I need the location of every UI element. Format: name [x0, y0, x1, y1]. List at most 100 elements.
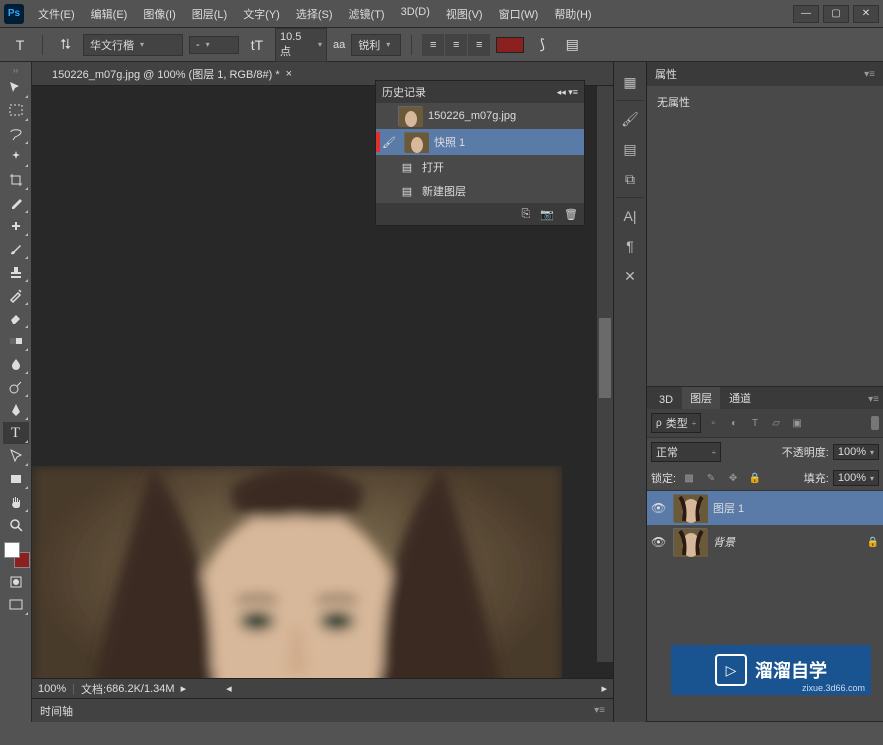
- tab-channels[interactable]: 通道: [721, 387, 759, 409]
- menu-type[interactable]: 文字(Y): [237, 2, 286, 26]
- menu-file[interactable]: 文件(E): [32, 2, 81, 26]
- character-panel-icon[interactable]: ▤: [560, 33, 584, 57]
- pen-tool[interactable]: [3, 399, 29, 421]
- history-snapshot-icon[interactable]: 📷: [540, 208, 554, 221]
- dock-brush-icon[interactable]: 🖌: [616, 105, 644, 133]
- tool-preset-icon[interactable]: T: [8, 33, 32, 57]
- quick-mask-tool[interactable]: [3, 571, 29, 593]
- healing-tool[interactable]: [3, 215, 29, 237]
- blur-tool[interactable]: [3, 353, 29, 375]
- path-select-tool[interactable]: [3, 445, 29, 467]
- layer-name[interactable]: 图层 1: [713, 500, 744, 516]
- dock-character-icon[interactable]: A|: [616, 202, 644, 230]
- lasso-tool[interactable]: [3, 123, 29, 145]
- gradient-tool[interactable]: [3, 330, 29, 352]
- history-brush-tool[interactable]: [3, 284, 29, 306]
- filter-smart-icon[interactable]: ▣: [788, 415, 806, 431]
- dock-clone-icon[interactable]: ⧉: [616, 165, 644, 193]
- menu-image[interactable]: 图像(I): [137, 2, 181, 26]
- menu-select[interactable]: 选择(S): [290, 2, 339, 26]
- layer-thumb[interactable]: [673, 528, 707, 556]
- history-panel[interactable]: 历史记录 ◂◂ ▾≡ 150226_m07g.jpg 🖌 快照 1 ▤ 打开 ▤…: [375, 80, 585, 226]
- screen-mode-tool[interactable]: [3, 594, 29, 616]
- font-size-input[interactable]: 10.5 点▾: [275, 28, 327, 62]
- properties-menu-icon[interactable]: ▾≡: [864, 69, 875, 80]
- menu-3d[interactable]: 3D(D): [395, 2, 436, 26]
- history-delete-icon[interactable]: 🗑: [564, 208, 578, 221]
- zoom-tool[interactable]: [3, 514, 29, 536]
- scroll-right-icon[interactable]: ▸: [601, 682, 607, 695]
- dodge-tool[interactable]: [3, 376, 29, 398]
- dock-brushpresets-icon[interactable]: ▤: [616, 135, 644, 163]
- type-tool[interactable]: T: [3, 422, 29, 444]
- marquee-tool[interactable]: [3, 100, 29, 122]
- layer-name[interactable]: 背景: [713, 534, 735, 550]
- font-family-select[interactable]: 华文行楷▾: [83, 34, 183, 56]
- lock-trans-icon[interactable]: ▩: [680, 470, 698, 486]
- antialias-select[interactable]: 锐利▾: [351, 34, 401, 56]
- timeline-panel[interactable]: 时间轴 ▾≡: [32, 698, 613, 722]
- menu-help[interactable]: 帮助(H): [548, 2, 597, 26]
- orientation-icon[interactable]: ⮁: [53, 33, 77, 57]
- stamp-tool[interactable]: [3, 261, 29, 283]
- history-state-row[interactable]: ▤ 打开: [376, 155, 584, 179]
- dock-swatches-icon[interactable]: ▦: [616, 68, 644, 96]
- minimize-button[interactable]: —: [793, 5, 819, 23]
- timeline-menu-icon[interactable]: ▾≡: [594, 705, 605, 716]
- text-color-swatch[interactable]: [496, 37, 524, 53]
- visibility-icon[interactable]: 👁: [651, 501, 667, 515]
- filter-pixel-icon[interactable]: ▫: [704, 415, 722, 431]
- align-center-button[interactable]: ≡: [445, 34, 467, 56]
- layer-thumb[interactable]: [673, 494, 707, 522]
- history-state-row[interactable]: ▤ 新建图层: [376, 179, 584, 203]
- history-header[interactable]: 历史记录 ◂◂ ▾≡: [376, 81, 584, 103]
- tab-close-icon[interactable]: ×: [286, 68, 292, 80]
- filter-shape-icon[interactable]: ▱: [767, 415, 785, 431]
- vertical-scrollbar[interactable]: [597, 86, 613, 662]
- lock-all-icon[interactable]: 🔒: [746, 470, 764, 486]
- close-button[interactable]: ✕: [853, 5, 879, 23]
- align-left-button[interactable]: ≡: [422, 34, 444, 56]
- warp-text-icon[interactable]: ⟆: [530, 33, 554, 57]
- lock-pixel-icon[interactable]: ✎: [702, 470, 720, 486]
- eyedropper-tool[interactable]: [3, 192, 29, 214]
- filter-toggle[interactable]: [871, 416, 879, 430]
- hand-tool[interactable]: [3, 491, 29, 513]
- layers-menu-icon[interactable]: ▾≡: [864, 390, 883, 409]
- wand-tool[interactable]: [3, 146, 29, 168]
- shape-tool[interactable]: [3, 468, 29, 490]
- zoom-level[interactable]: 100%: [38, 683, 66, 695]
- lock-pos-icon[interactable]: ✥: [724, 470, 742, 486]
- history-collapse-icon[interactable]: ◂◂ ▾≡: [557, 87, 578, 98]
- fill-input[interactable]: 100%▾: [833, 470, 879, 486]
- doc-info-arrow[interactable]: ▸: [181, 682, 187, 695]
- history-snapshot-row[interactable]: 150226_m07g.jpg: [376, 103, 584, 129]
- foreground-color[interactable]: [4, 542, 20, 558]
- scroll-left-icon[interactable]: ◂: [226, 682, 232, 695]
- opacity-input[interactable]: 100%▾: [833, 444, 879, 460]
- move-tool[interactable]: [3, 77, 29, 99]
- blend-mode-select[interactable]: 正常÷: [651, 442, 721, 462]
- menu-edit[interactable]: 编辑(E): [85, 2, 134, 26]
- history-newdoc-icon[interactable]: ⎘: [522, 208, 531, 221]
- dock-styles-icon[interactable]: ✕: [616, 262, 644, 290]
- toolbar-expand[interactable]: ››: [2, 66, 29, 76]
- font-style-select[interactable]: -▾: [189, 36, 239, 54]
- menu-filter[interactable]: 滤镜(T): [343, 2, 391, 26]
- menu-window[interactable]: 窗口(W): [493, 2, 545, 26]
- brush-tool[interactable]: [3, 238, 29, 260]
- tab-layers[interactable]: 图层: [682, 387, 720, 409]
- layer-row[interactable]: 👁 背景 🔒: [647, 525, 883, 559]
- maximize-button[interactable]: ▢: [823, 5, 849, 23]
- document-tab[interactable]: 150226_m07g.jpg @ 100% (图层 1, RGB/8#) * …: [44, 62, 300, 86]
- crop-tool[interactable]: [3, 169, 29, 191]
- filter-type-select[interactable]: ρ 类型 ÷: [651, 413, 701, 433]
- history-brush-source-icon[interactable]: 🖌: [380, 133, 398, 151]
- filter-type-icon[interactable]: T: [746, 415, 764, 431]
- dock-paragraph-icon[interactable]: ¶: [616, 232, 644, 260]
- color-picker[interactable]: [4, 542, 32, 570]
- eraser-tool[interactable]: [3, 307, 29, 329]
- layer-row[interactable]: 👁 图层 1: [647, 491, 883, 525]
- history-snapshot-row[interactable]: 🖌 快照 1: [376, 129, 584, 155]
- menu-view[interactable]: 视图(V): [440, 2, 489, 26]
